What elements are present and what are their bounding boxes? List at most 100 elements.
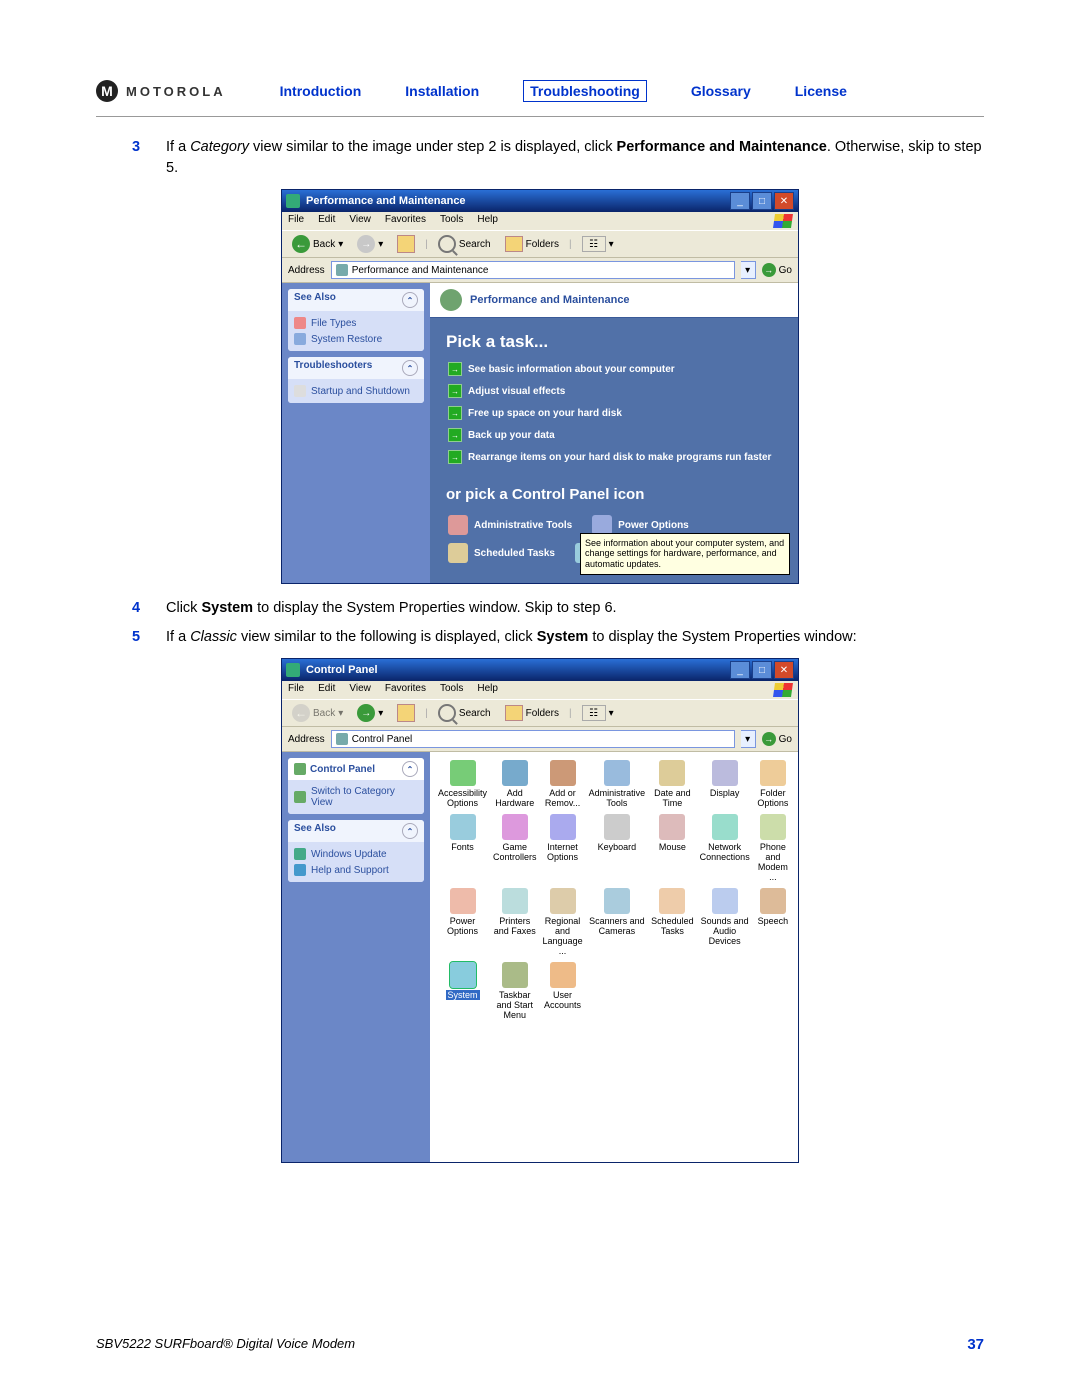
cp-icon-scheduled-tasks[interactable]: Scheduled Tasks bbox=[448, 543, 555, 563]
maximize-button[interactable]: □ bbox=[752, 661, 772, 679]
address-bar: Address Performance and Maintenance ▾ →G… bbox=[282, 258, 798, 283]
cp-icon-network-connections[interactable]: Network Connections bbox=[698, 812, 752, 884]
cp-icon-regional-and-language[interactable]: Regional and Language ... bbox=[541, 886, 585, 958]
folders-button[interactable]: Folders bbox=[501, 235, 563, 253]
cp-icon-taskbar-and-start-menu[interactable]: Taskbar and Start Menu bbox=[491, 960, 539, 1022]
close-button[interactable]: ✕ bbox=[774, 192, 794, 210]
nav-installation[interactable]: Installation bbox=[405, 83, 479, 99]
applet-label: User Accounts bbox=[543, 990, 583, 1010]
cp-icon-date-and-time[interactable]: Date and Time bbox=[649, 758, 696, 810]
address-dropdown[interactable]: ▾ bbox=[741, 730, 756, 748]
menu-view[interactable]: View bbox=[349, 683, 371, 697]
cp-icon-printers-and-faxes[interactable]: Printers and Faxes bbox=[491, 886, 539, 958]
collapse-icon[interactable]: ⌃ bbox=[402, 823, 418, 839]
help-icon bbox=[294, 864, 306, 876]
label: Help and Support bbox=[311, 865, 389, 876]
cp-icon-sounds-and-audio-devices[interactable]: Sounds and Audio Devices bbox=[698, 886, 752, 958]
cp-icon-internet-options[interactable]: Internet Options bbox=[541, 812, 585, 884]
address-field[interactable]: Performance and Maintenance bbox=[331, 261, 735, 279]
cp-icon-speech[interactable]: Speech bbox=[754, 886, 792, 958]
arrow-icon: → bbox=[448, 384, 462, 398]
applet-icon bbox=[550, 962, 576, 988]
windows-update-icon bbox=[294, 848, 306, 860]
cp-icon-user-accounts[interactable]: User Accounts bbox=[541, 960, 585, 1022]
applet-label: Mouse bbox=[659, 842, 686, 852]
link-switch-category-view[interactable]: Switch to Category View bbox=[294, 784, 418, 810]
up-button[interactable] bbox=[393, 234, 419, 254]
cp-icon-add-or-remov[interactable]: Add or Remov... bbox=[541, 758, 585, 810]
menu-favorites[interactable]: Favorites bbox=[385, 214, 426, 228]
menu-view[interactable]: View bbox=[349, 214, 371, 228]
cp-icon-folder-options[interactable]: Folder Options bbox=[754, 758, 792, 810]
back-arrow-icon: ← bbox=[292, 704, 310, 722]
link-startup-shutdown[interactable]: Startup and Shutdown bbox=[294, 383, 418, 399]
cp-icon-add-hardware[interactable]: Add Hardware bbox=[491, 758, 539, 810]
task-free-space[interactable]: →Free up space on your hard disk bbox=[430, 402, 798, 424]
go-button[interactable]: →Go bbox=[762, 263, 792, 277]
nav-introduction[interactable]: Introduction bbox=[280, 83, 362, 99]
step-text: If a Classic view similar to the followi… bbox=[166, 627, 984, 648]
collapse-icon[interactable]: ⌃ bbox=[402, 360, 418, 376]
search-button[interactable]: Search bbox=[434, 703, 495, 723]
dropdown-arrow-icon: ▾ bbox=[338, 708, 343, 719]
cp-icon-accessibility-options[interactable]: Accessibility Options bbox=[436, 758, 489, 810]
link-windows-update[interactable]: Windows Update bbox=[294, 846, 418, 862]
task-rearrange[interactable]: →Rearrange items on your hard disk to ma… bbox=[430, 446, 798, 468]
label: File Types bbox=[311, 318, 356, 329]
cp-icon-fonts[interactable]: Fonts bbox=[436, 812, 489, 884]
link-help-support[interactable]: Help and Support bbox=[294, 862, 418, 878]
link-file-types[interactable]: File Types bbox=[294, 315, 418, 331]
minimize-button[interactable]: _ bbox=[730, 661, 750, 679]
menu-file[interactable]: File bbox=[288, 683, 304, 697]
forward-button[interactable]: →▾ bbox=[353, 234, 387, 254]
task-adjust-visual[interactable]: → Adjust visual effects bbox=[430, 380, 798, 402]
system-restore-icon bbox=[294, 333, 306, 345]
nav-glossary[interactable]: Glossary bbox=[691, 83, 751, 99]
forward-button[interactable]: →▾ bbox=[353, 703, 387, 723]
address-field[interactable]: Control Panel bbox=[331, 730, 735, 748]
folders-button[interactable]: Folders bbox=[501, 704, 563, 722]
applet-icon bbox=[450, 760, 476, 786]
back-button[interactable]: ←Back▾ bbox=[288, 234, 347, 254]
cp-icon-scanners-and-cameras[interactable]: Scanners and Cameras bbox=[587, 886, 648, 958]
views-button[interactable]: ☷▾ bbox=[578, 704, 618, 722]
cp-icon-keyboard[interactable]: Keyboard bbox=[587, 812, 648, 884]
menu-help[interactable]: Help bbox=[477, 214, 498, 228]
nav-license[interactable]: License bbox=[795, 83, 847, 99]
cp-icon-administrative-tools[interactable]: Administrative Tools bbox=[587, 758, 648, 810]
cp-icon-power-options[interactable]: Power Options bbox=[436, 886, 489, 958]
cp-icon-phone-and-modem[interactable]: Phone and Modem ... bbox=[754, 812, 792, 884]
nav-troubleshooting[interactable]: Troubleshooting bbox=[523, 80, 647, 102]
cp-icon-mouse[interactable]: Mouse bbox=[649, 812, 696, 884]
maximize-button[interactable]: □ bbox=[752, 192, 772, 210]
search-button[interactable]: Search bbox=[434, 234, 495, 254]
file-types-icon bbox=[294, 317, 306, 329]
menu-edit[interactable]: Edit bbox=[318, 683, 335, 697]
collapse-icon[interactable]: ⌃ bbox=[402, 761, 418, 777]
cp-icon-game-controllers[interactable]: Game Controllers bbox=[491, 812, 539, 884]
task-see-basic-info[interactable]: →See basic information about your comput… bbox=[430, 358, 798, 380]
link-system-restore[interactable]: System Restore bbox=[294, 331, 418, 347]
menu-favorites[interactable]: Favorites bbox=[385, 683, 426, 697]
views-button[interactable]: ☷▾ bbox=[578, 235, 618, 253]
minimize-button[interactable]: _ bbox=[730, 192, 750, 210]
menu-tools[interactable]: Tools bbox=[440, 214, 463, 228]
address-label: Address bbox=[288, 734, 325, 745]
up-button[interactable] bbox=[393, 703, 419, 723]
address-dropdown[interactable]: ▾ bbox=[741, 261, 756, 279]
label: Back bbox=[313, 239, 335, 250]
close-button[interactable]: ✕ bbox=[774, 661, 794, 679]
cp-icon-scheduled-tasks[interactable]: Scheduled Tasks bbox=[649, 886, 696, 958]
menu-edit[interactable]: Edit bbox=[318, 214, 335, 228]
menu-tools[interactable]: Tools bbox=[440, 683, 463, 697]
task-back-up[interactable]: →Back up your data bbox=[430, 424, 798, 446]
cp-icon-system[interactable]: System bbox=[436, 960, 489, 1022]
menu-help[interactable]: Help bbox=[477, 683, 498, 697]
cp-icon-admin-tools[interactable]: Administrative Tools bbox=[448, 515, 572, 535]
cp-icon-display[interactable]: Display bbox=[698, 758, 752, 810]
menu-file[interactable]: File bbox=[288, 214, 304, 228]
go-button[interactable]: →Go bbox=[762, 732, 792, 746]
label: Adjust visual effects bbox=[468, 386, 565, 397]
collapse-icon[interactable]: ⌃ bbox=[402, 292, 418, 308]
views-icon: ☷ bbox=[582, 236, 606, 252]
